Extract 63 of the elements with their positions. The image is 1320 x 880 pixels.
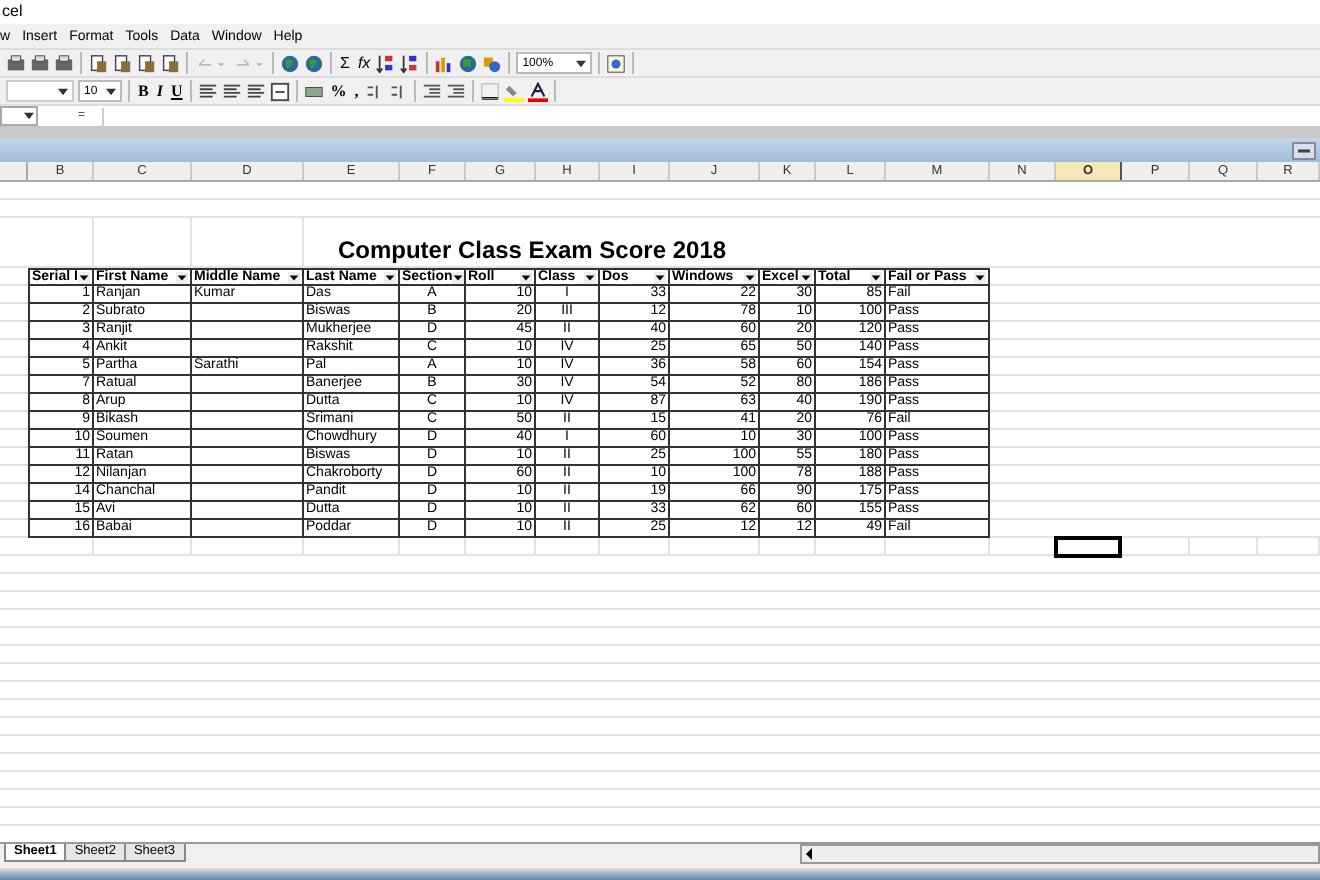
filter-dropdown-icon[interactable]: [974, 271, 986, 283]
fill-color-icon[interactable]: [504, 81, 525, 101]
function-button[interactable]: fx: [355, 53, 373, 73]
align-icon[interactable]: [246, 81, 267, 101]
drawing-icon[interactable]: [482, 53, 503, 73]
filter-dropdown-icon[interactable]: [654, 271, 666, 283]
filter-dropdown-icon[interactable]: [870, 271, 882, 283]
filter-dropdown-icon[interactable]: [800, 271, 812, 283]
filter-dropdown-icon[interactable]: [452, 271, 464, 283]
minimize-icon: [1298, 147, 1310, 153]
underline-button[interactable]: U: [168, 81, 185, 101]
filter-dropdown-icon[interactable]: [744, 271, 756, 283]
indent-icon[interactable]: [446, 81, 467, 101]
name-box[interactable]: [0, 106, 38, 126]
filter-dropdown-icon[interactable]: [384, 271, 396, 283]
table-cell: [192, 394, 304, 412]
globe-icon[interactable]: [280, 53, 300, 73]
table-cell: [192, 430, 304, 448]
font-color-icon[interactable]: [528, 81, 549, 101]
table-cell: [192, 466, 304, 484]
table-cell: [192, 304, 304, 322]
sort-descending-icon[interactable]: [400, 53, 421, 73]
comma-button[interactable]: ,: [352, 81, 361, 101]
table-cell: [192, 340, 304, 358]
table-cell: [192, 448, 304, 466]
filter-dropdown-icon[interactable]: [520, 271, 532, 283]
caret-icon: [58, 87, 68, 95]
filter-dropdown-icon[interactable]: [584, 271, 596, 283]
align-icon[interactable]: [222, 81, 243, 101]
scroll-left-icon[interactable]: [801, 848, 816, 860]
caret-icon: [106, 87, 116, 95]
bar-chart-icon[interactable]: [434, 53, 455, 73]
help-icon[interactable]: [606, 53, 627, 73]
filter-dropdown-icon[interactable]: [78, 271, 90, 283]
printer-icon[interactable]: [6, 53, 26, 73]
autosum-button[interactable]: Σ: [338, 53, 352, 73]
table-cell: [192, 376, 304, 394]
table-cell: [192, 502, 304, 520]
filter-dropdown-icon[interactable]: [288, 271, 300, 283]
minimize-button[interactable]: [1292, 141, 1316, 159]
table-cell: [192, 520, 304, 538]
currency-icon[interactable]: [304, 81, 325, 101]
horizontal-scrollbar[interactable]: [799, 844, 1320, 864]
italic-button[interactable]: I: [154, 81, 165, 101]
merge-icon[interactable]: [270, 81, 291, 101]
copy-icon[interactable]: [112, 53, 132, 73]
borders-icon[interactable]: [480, 81, 501, 101]
window-title: cel: [2, 2, 23, 20]
sort-ascending-icon[interactable]: [376, 53, 397, 73]
filter-dropdown-icon[interactable]: [176, 271, 188, 283]
globe-icon[interactable]: [458, 53, 479, 73]
indent-icon[interactable]: [422, 81, 443, 101]
bold-button[interactable]: B: [136, 81, 151, 101]
caret-icon: [576, 59, 587, 67]
table-cell: [192, 484, 304, 502]
caret-icon: [24, 112, 34, 120]
sheet-title: Computer Class Exam Score 2018: [333, 236, 731, 266]
globe-icon[interactable]: [304, 53, 324, 73]
table-cell: [192, 322, 304, 340]
align-icon[interactable]: [198, 81, 219, 101]
table-cell: [192, 412, 304, 430]
active-cell[interactable]: [1054, 536, 1122, 558]
percent-button[interactable]: %: [328, 81, 349, 101]
